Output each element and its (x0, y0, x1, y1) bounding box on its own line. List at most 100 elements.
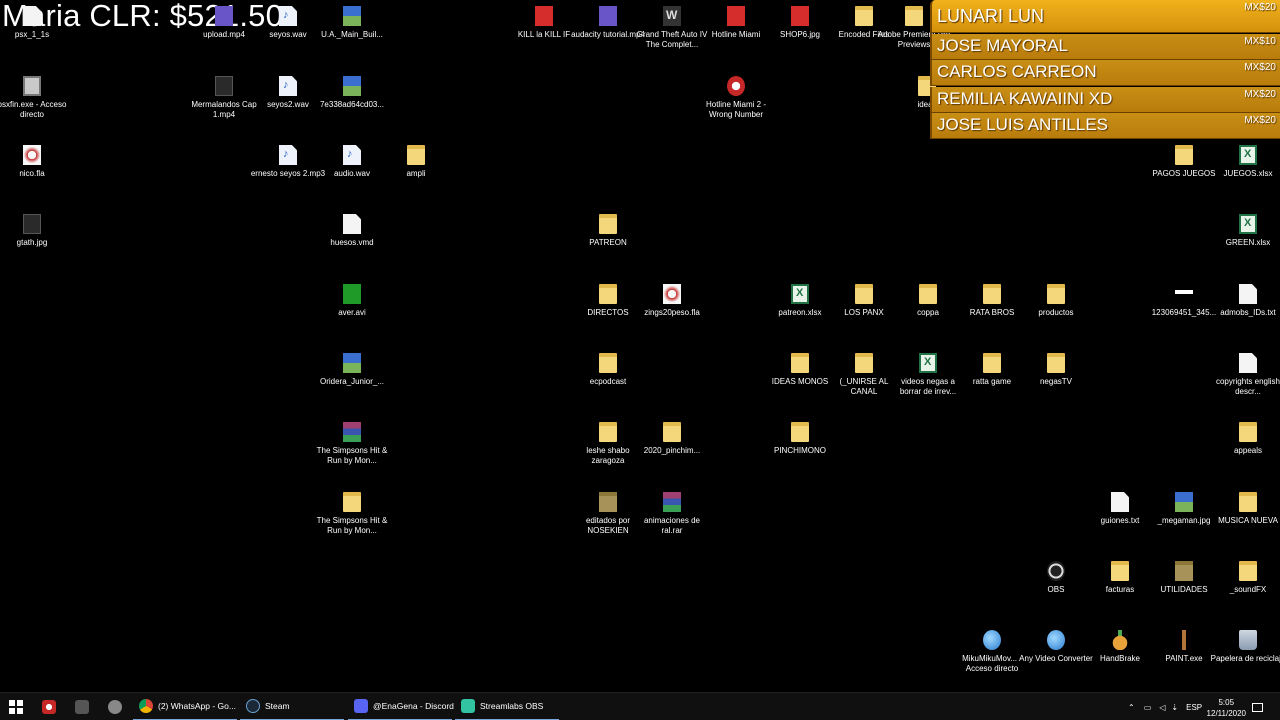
streamlabs-icon (461, 699, 475, 713)
image-file-icon (1175, 492, 1193, 512)
desktop-icon[interactable]: 123069451_345... (1152, 284, 1216, 318)
desktop-icon[interactable]: MUSICA NUEVA (1216, 492, 1280, 526)
notification-icon (1252, 702, 1263, 712)
leaderboard-row: CARLOS CARREON MX$20 (930, 60, 1280, 86)
desktop-icon[interactable]: audacity tutorial.mp4 (571, 6, 645, 40)
desktop-icon[interactable]: audio.wav (320, 145, 384, 179)
desktop-icon[interactable]: appeals (1216, 422, 1280, 456)
windows-icon (9, 700, 23, 714)
desktop-icon[interactable]: facturas (1088, 561, 1152, 595)
desktop-icon[interactable]: patreon.xlsx (768, 284, 832, 318)
desktop-icon[interactable]: gtath.jpg (0, 214, 64, 248)
excel-file-icon (1239, 214, 1257, 234)
clock[interactable]: 5:05 12/11/2020 (1207, 697, 1246, 719)
desktop-icon[interactable]: _megaman.jpg (1152, 492, 1216, 526)
desktop-icon[interactable]: DIRECTOS (576, 284, 640, 318)
desktop-icon[interactable]: copyrights english descr... (1216, 353, 1280, 397)
desktop-icon[interactable]: Mermalandos Cap 1.mp4 (191, 76, 257, 120)
desktop-icon[interactable]: JUEGOS.xlsx (1216, 145, 1280, 179)
taskbar-app-whatsapp[interactable]: (2) WhatsApp - Go... (133, 693, 237, 720)
desktop-icon[interactable]: psxfin.exe - Acceso directo (0, 76, 66, 120)
folder-icon (599, 214, 617, 234)
network-icon[interactable]: ▭ (1144, 703, 1152, 712)
desktop-icon[interactable]: U.A._Main_Buil... (320, 6, 384, 40)
desktop-icon[interactable]: The Simpsons Hit & Run by Mon... (317, 422, 387, 466)
folder-icon (599, 353, 617, 373)
desktop-icon[interactable]: ratta game (960, 353, 1024, 387)
desktop-icon[interactable]: ernesto seyos 2.mp3 (251, 145, 325, 179)
desktop-icon[interactable]: LOS PANX (832, 284, 896, 318)
audio-file-icon (279, 76, 297, 96)
desktop-icon[interactable]: OBS (1024, 561, 1088, 595)
folder-icon (1239, 492, 1257, 512)
start-button[interactable] (9, 693, 23, 720)
desktop-icon[interactable]: UTILIDADES (1152, 561, 1216, 595)
chevron-up-icon[interactable]: ⌃ (1128, 703, 1135, 712)
desktop-icon[interactable]: Hotline Miami (704, 6, 768, 40)
desktop-icon[interactable]: psx_1_1s (0, 6, 64, 40)
desktop-icon[interactable]: admobs_IDs.txt (1216, 284, 1280, 318)
desktop-icon[interactable]: Papelera de reciclaje (1211, 630, 1280, 664)
pinned-app-button[interactable] (75, 693, 94, 720)
desktop-icon[interactable]: 7e338ad64cd03... (320, 76, 384, 110)
desktop-icon[interactable]: editados por NOSEKIEN (576, 492, 640, 536)
usb-icon[interactable]: ⇣ (1171, 703, 1178, 712)
shortcut-icon (23, 76, 41, 96)
desktop-icon[interactable]: ampli (384, 145, 448, 179)
app-icon (1175, 630, 1193, 650)
desktop-icon[interactable]: KILL la KILL IF (512, 6, 576, 40)
desktop-icon[interactable]: videos negas a borrar de irrev... (896, 353, 960, 397)
notifications-button[interactable] (1252, 693, 1263, 720)
desktop-icon[interactable]: _soundFX (1216, 561, 1280, 595)
desktop-icon[interactable]: productos (1024, 284, 1088, 318)
pinned-app-button[interactable] (42, 693, 61, 720)
file-icon (343, 214, 361, 234)
desktop-icon[interactable]: ecpodcast (576, 353, 640, 387)
archive-icon (663, 492, 681, 512)
desktop-icon[interactable]: 2020_pinchim... (640, 422, 704, 456)
desktop-icon[interactable]: negasTV (1024, 353, 1088, 387)
desktop-icon[interactable]: leshe shabo zaragoza (576, 422, 640, 466)
volume-icon[interactable]: ◁ (1159, 703, 1165, 712)
fla-file-icon (23, 145, 41, 165)
desktop-icon[interactable]: Grand Theft Auto IV The Complet... (637, 6, 707, 50)
folder-icon (343, 492, 361, 512)
taskbar: (2) WhatsApp - Go... Steam @EnaGena - Di… (0, 692, 1280, 720)
desktop-icon[interactable]: PAGOS JUEGOS (1152, 145, 1216, 179)
desktop-icon[interactable]: seyos2.wav (256, 76, 320, 110)
folder-icon (663, 422, 681, 442)
desktop-icon[interactable]: RATA BROS (960, 284, 1024, 318)
text-file-icon (1239, 353, 1257, 373)
desktop-icon[interactable]: GREEN.xlsx (1216, 214, 1280, 248)
desktop-icon[interactable]: PINCHIMONO (768, 422, 832, 456)
desktop-icon[interactable]: HandBrake (1088, 630, 1152, 664)
desktop-icon[interactable]: coppa (896, 284, 960, 318)
file-icon (23, 6, 41, 26)
desktop-icon[interactable]: The Simpsons Hit & Run by Mon... (317, 492, 387, 536)
taskbar-app-steam[interactable]: Steam (240, 693, 344, 720)
desktop-icon[interactable]: nico.fla (0, 145, 64, 179)
desktop-icon[interactable]: zings20peso.fla (640, 284, 704, 318)
pinned-app-icon (42, 700, 56, 714)
desktop-icon[interactable]: (_UNIRSE AL CANAL (832, 353, 896, 397)
desktop-icon[interactable]: Any Video Converter (1019, 630, 1093, 664)
desktop-icon[interactable]: IDEAS MONOS (768, 353, 832, 387)
desktop-icon[interactable]: Oridera_Junior_... (320, 353, 384, 387)
desktop-icon[interactable]: guiones.txt (1088, 492, 1152, 526)
desktop-icon[interactable]: MikuMikuMov... - Acceso directo (960, 630, 1024, 674)
game-icon (727, 6, 745, 26)
desktop-icon[interactable]: Hotline Miami 2 - Wrong Number (704, 76, 768, 120)
desktop-icon[interactable]: seyos.wav (256, 6, 320, 40)
desktop-icon[interactable]: upload.mp4 (192, 6, 256, 40)
desktop-icon[interactable]: PATREON (576, 214, 640, 248)
taskbar-app-discord[interactable]: @EnaGena - Discord (348, 693, 454, 720)
desktop-icon[interactable]: animaciones de ral.rar (640, 492, 704, 536)
donor-amount: MX$20 (1244, 62, 1276, 73)
language-indicator[interactable]: ESP (1186, 703, 1202, 712)
desktop-icon[interactable]: SHOP6.jpg (768, 6, 832, 40)
desktop-icon[interactable]: PAINT.exe (1152, 630, 1216, 664)
desktop-icon[interactable]: huesos.vmd (320, 214, 384, 248)
taskbar-app-streamlabs[interactable]: Streamlabs OBS (455, 693, 559, 720)
desktop-icon[interactable]: aver.avi (320, 284, 384, 318)
pinned-app-button[interactable] (108, 693, 127, 720)
